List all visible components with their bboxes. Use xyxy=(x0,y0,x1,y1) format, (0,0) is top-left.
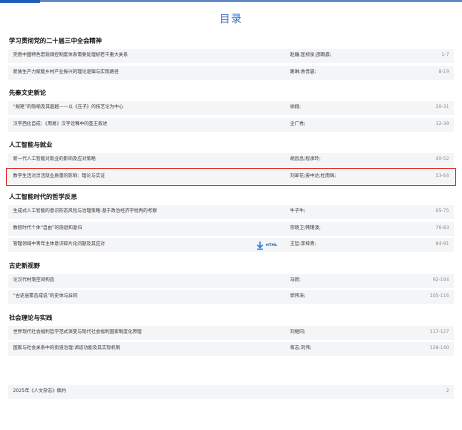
toc-entry[interactable]: 生成式人工智能的意识形态风险与治理策略:基于政治经济学批判的考察 牛子牛; 65-7… xyxy=(8,205,454,219)
entry-title-link[interactable]: 世界现代社会福利哲学范式演变与现代社会福利国家制度化原理 xyxy=(13,326,142,340)
entry-pages: 20-31 xyxy=(435,105,449,110)
entry-title-link[interactable]: 完善中国特色宏观调控制度体系需要处理好若干重大关系 xyxy=(13,49,128,63)
toc-section: 古史新视野论汉代村落空间构造 马新; 92-104 “古史层累造成说”的史体与异同 郭伟… xyxy=(8,259,454,311)
entry-authors: 企广秀; xyxy=(290,121,306,127)
section-heading: 人工智能与就业 xyxy=(9,142,53,149)
toc-entry[interactable]: 数智时代个体“自由”的隐退和复归 宗晓卫;韩瑾澳; 76-83 xyxy=(8,221,454,236)
entry-title-link[interactable]: 数字生活对灵活就业质量的影响：理论与实证 xyxy=(13,170,105,184)
active-tab-indicator xyxy=(0,0,40,3)
entry-title-link[interactable]: 管理领域中青年主体意识碎片化问题及其应对 xyxy=(13,238,105,252)
entry-pages: 84-91 xyxy=(435,242,449,247)
download-icon xyxy=(256,241,264,250)
html-badge[interactable]: HTML xyxy=(266,238,278,252)
entry-authors: 胡昌昌;程承玲; xyxy=(290,157,321,162)
entry-pages: 53-64 xyxy=(435,173,449,179)
entry-title-link[interactable]: 生成式人工智能的意识形态风险与治理策略:基于政治经济学批判的考察 xyxy=(13,205,157,219)
entry-title-link[interactable]: 国家与社会关系中的街道治理:调适功能及其实现机制 xyxy=(13,342,120,356)
entry-pages: 128-140 xyxy=(429,346,449,351)
top-border xyxy=(0,0,462,2)
toc-entry[interactable]: 汉字西化自成：《周易》汉字诠释中的圣王叙述 企广秀; 32-39 xyxy=(8,117,454,132)
entry-authors: 蒋志;刘伟; xyxy=(290,346,312,351)
toc-section: 社会理论与实践世界现代社会福利哲学范式演变与现代社会福利国家制度化原理 刘继同; 1… xyxy=(8,311,454,363)
section-heading: 古史新视野 xyxy=(9,262,40,270)
entry-pages: 92-104 xyxy=(432,277,449,283)
page-title: 目录 xyxy=(219,13,243,25)
entry-authors: 刘翠花;姜中达;杜雨辉; xyxy=(290,173,336,179)
toc-entry[interactable]: 国家与社会关系中的街道治理:调适功能及其实现机制 蒋志;刘伟; 128-140 xyxy=(8,342,454,356)
toc-entry[interactable]: 世界现代社会福利哲学范式演变与现代社会福利国家制度化原理 刘继同; 117-127 xyxy=(8,325,454,340)
entry-title-link[interactable]: 数智时代个体“自由”的隐退和复归 xyxy=(13,222,82,236)
entry-pages: 65-75 xyxy=(435,209,449,214)
entry-pages: 76-83 xyxy=(435,225,449,231)
entry-pages: 105-116 xyxy=(429,294,449,299)
toc-section: 学习贯彻党的二十届三中全会精神完善中国特色宏观调控制度体系需要处理好若干重大关系… xyxy=(8,34,454,86)
toc-section: 人工智能时代的哲学反思生成式人工智能的意识形态风险与治理策略:基于政治经济学批判… xyxy=(8,190,454,259)
toc-entry[interactable]: 新质生产力赋能乡村产业振兴的理论逻辑与实现路径 路琳;余晋容; 8-19 xyxy=(8,65,454,80)
entry-pages: 32-39 xyxy=(435,121,449,127)
toc-section: 人工智能与就业新一代人工智能对就业的影响及应对策略 胡昌昌;程承玲; 40-52 数字… xyxy=(6,138,456,190)
entry-authors: 赵巍;匡桢泉;邵雨晨; xyxy=(290,53,332,58)
entry-authors: 徐翔; xyxy=(290,105,301,110)
entry-pages: 40-52 xyxy=(435,157,449,162)
download-button[interactable]: HTML xyxy=(256,239,278,251)
entry-authors: 刘继同; xyxy=(290,329,306,335)
section-heading: 社会理论与实践 xyxy=(9,314,53,322)
toc-entry[interactable]: 新一代人工智能对就业的影响及应对策略 胡昌昌;程承玲; 40-52 xyxy=(8,153,454,167)
toc-entry-highlighted[interactable]: 数字生活对灵活就业质量的影响：理论与实证 刘翠花;姜中达;杜雨辉; 53-64 xyxy=(6,167,456,186)
table-of-contents: 学习贯彻党的二十届三中全会精神完善中国特色宏观调控制度体系需要处理好若干重大关系… xyxy=(6,34,456,401)
toc-entry[interactable]: 论汉代村落空间构造 马新; 92-104 xyxy=(8,273,454,288)
section-heading: 先秦文史新论 xyxy=(9,90,47,97)
entry-authors: 牛子牛; xyxy=(290,209,306,214)
entry-title-link[interactable]: 新一代人工智能对就业的影响及应对策略 xyxy=(13,153,96,167)
entry-authors: 马新; xyxy=(290,277,301,283)
toc-entry[interactable]: 管理领域中青年主体意识碎片化问题及其应对 HTML 王哲;李梓青; 84-91 xyxy=(8,238,454,252)
toc-section: 先秦文史新论 “规矩”的隐喻及其超越——以《庄子》的技艺论为中心 徐翔; 20-31 汉… xyxy=(8,86,454,138)
toc-entry[interactable]: 完善中国特色宏观调控制度体系需要处理好若干重大关系 赵巍;匡桢泉;邵雨晨; 1-7 xyxy=(8,49,454,63)
entry-title-link[interactable]: 2025年《人文杂志》稿约 xyxy=(13,385,66,399)
entry-authors: 王哲;李梓青; xyxy=(290,242,317,247)
section-heading: 人工智能时代的哲学反思 xyxy=(9,194,78,201)
entry-title-link[interactable]: 论汉代村落空间构造 xyxy=(13,274,54,288)
entry-title-link[interactable]: “古史层累造成说”的史体与异同 xyxy=(13,290,77,304)
entry-pages: 8-19 xyxy=(438,69,449,75)
toc-entry[interactable]: “古史层累造成说”的史体与异同 郭伟涛; 105-116 xyxy=(8,290,454,304)
entry-title-link[interactable]: “规矩”的隐喻及其超越——以《庄子》的技艺论为中心 xyxy=(13,101,123,115)
entry-pages: 1-7 xyxy=(441,53,449,58)
entry-authors: 路琳;余晋容; xyxy=(290,69,317,75)
entry-title-link[interactable]: 汉字西化自成：《周易》汉字诠释中的圣王叙述 xyxy=(13,118,107,132)
entry-pages: 117-127 xyxy=(429,329,449,335)
entry-pages: 2 xyxy=(446,388,449,394)
toc-entry[interactable]: 2025年《人文杂志》稿约 2 xyxy=(8,384,454,399)
section-heading: 学习贯彻党的二十届三中全会精神 xyxy=(9,38,102,45)
entry-authors: 宗晓卫;韩瑾澳; xyxy=(290,225,321,231)
entry-title-link[interactable]: 新质生产力赋能乡村产业振兴的理论逻辑与实现路径 xyxy=(13,66,119,80)
entry-authors: 郭伟涛; xyxy=(290,294,306,299)
toc-entry[interactable]: “规矩”的隐喻及其超越——以《庄子》的技艺论为中心 徐翔; 20-31 xyxy=(8,101,454,115)
